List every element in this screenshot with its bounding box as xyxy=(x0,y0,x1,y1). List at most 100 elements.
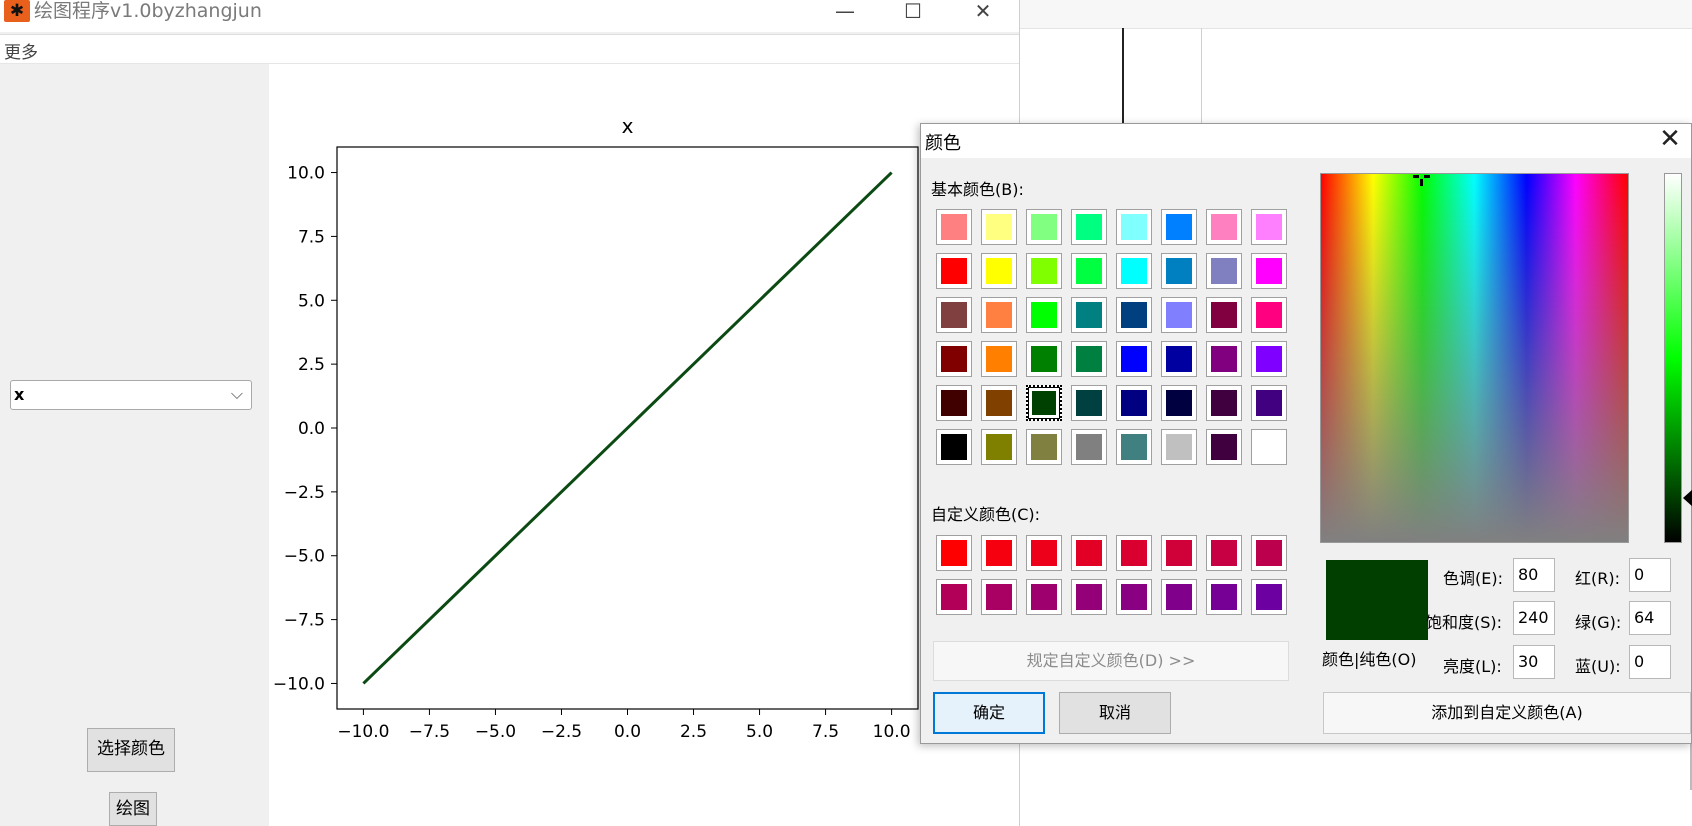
menu-item-more[interactable]: 更多 xyxy=(4,38,38,63)
blue-label: 蓝(U): xyxy=(1575,657,1621,676)
red-label: 红(R): xyxy=(1575,569,1620,588)
color-swatch[interactable] xyxy=(1206,579,1242,615)
color-swatch[interactable] xyxy=(1251,579,1287,615)
color-swatch[interactable] xyxy=(1161,209,1197,245)
color-swatch[interactable] xyxy=(1116,341,1152,377)
color-swatch[interactable] xyxy=(1161,297,1197,333)
color-solid-label: 颜色|纯色(O) xyxy=(1322,650,1417,669)
color-swatch[interactable] xyxy=(1206,385,1242,421)
color-swatch[interactable] xyxy=(981,535,1017,571)
draw-button[interactable]: 绘图 xyxy=(109,792,157,826)
x-tick-label: 2.5 xyxy=(680,722,707,742)
color-swatch[interactable] xyxy=(936,209,972,245)
color-swatch[interactable] xyxy=(1071,253,1107,289)
formula-select[interactable]: x ⌵ xyxy=(10,380,252,410)
plot-canvas: x −10.0 −7.5 −5.0 −2.5 0.0 2.5 5.0 7.5 10.0 −10.0−… xyxy=(269,64,1019,826)
color-swatch[interactable] xyxy=(981,297,1017,333)
color-swatch[interactable] xyxy=(1251,253,1287,289)
minimize-button[interactable]: — xyxy=(810,0,880,26)
color-swatch[interactable] xyxy=(1251,209,1287,245)
color-swatch[interactable] xyxy=(1071,429,1107,465)
color-swatch[interactable] xyxy=(936,535,972,571)
color-swatch[interactable] xyxy=(1251,385,1287,421)
color-swatch[interactable] xyxy=(1116,297,1152,333)
color-swatch[interactable] xyxy=(1251,535,1287,571)
color-swatch[interactable] xyxy=(1161,429,1197,465)
color-swatch[interactable] xyxy=(1161,341,1197,377)
define-custom-colors-button[interactable]: 规定自定义颜色(D) >> xyxy=(933,641,1289,681)
color-swatch[interactable] xyxy=(1071,209,1107,245)
color-swatch[interactable] xyxy=(1206,429,1242,465)
color-swatch[interactable] xyxy=(1206,341,1242,377)
basic-colors-label: 基本颜色(B): xyxy=(931,180,1024,199)
add-to-custom-colors-button[interactable]: 添加到自定义颜色(A) xyxy=(1323,692,1691,734)
custom-colors-label: 自定义颜色(C): xyxy=(931,505,1041,524)
color-swatch[interactable] xyxy=(936,341,972,377)
color-swatch[interactable] xyxy=(1116,253,1152,289)
color-swatch[interactable] xyxy=(1251,297,1287,333)
color-swatch[interactable] xyxy=(1206,253,1242,289)
red-input[interactable]: 0 xyxy=(1629,558,1671,592)
saturation-input[interactable]: 240 xyxy=(1513,601,1555,635)
color-swatch[interactable] xyxy=(1071,385,1107,421)
color-swatch[interactable] xyxy=(981,579,1017,615)
color-swatch[interactable] xyxy=(1116,579,1152,615)
color-swatch[interactable] xyxy=(1116,209,1152,245)
blue-input[interactable]: 0 xyxy=(1629,645,1671,679)
color-swatch[interactable] xyxy=(936,429,972,465)
color-swatch[interactable] xyxy=(981,429,1017,465)
y-tick-label: 5.0 xyxy=(298,291,325,311)
color-swatch[interactable] xyxy=(1251,341,1287,377)
color-swatch[interactable] xyxy=(981,385,1017,421)
color-swatch[interactable] xyxy=(1071,297,1107,333)
crosshair-icon xyxy=(1413,174,1431,190)
color-swatch[interactable] xyxy=(1116,535,1152,571)
maximize-button[interactable]: ☐ xyxy=(878,0,948,26)
color-swatch[interactable] xyxy=(1026,341,1062,377)
color-swatch[interactable] xyxy=(1116,385,1152,421)
color-swatch[interactable] xyxy=(1161,579,1197,615)
close-window-button[interactable]: ✕ xyxy=(948,0,1018,26)
slider-arrow-icon[interactable] xyxy=(1683,489,1692,507)
color-swatch[interactable] xyxy=(1026,429,1062,465)
green-input[interactable]: 64 xyxy=(1629,601,1671,635)
color-swatch[interactable] xyxy=(1161,385,1197,421)
custom-colors-grid xyxy=(936,535,1287,615)
color-swatch[interactable] xyxy=(1026,385,1062,421)
luminance-slider[interactable] xyxy=(1664,173,1682,543)
color-swatch[interactable] xyxy=(1116,429,1152,465)
color-swatch[interactable] xyxy=(1026,535,1062,571)
color-swatch[interactable] xyxy=(1251,429,1287,465)
hue-input[interactable]: 80 xyxy=(1513,558,1555,592)
color-swatch[interactable] xyxy=(981,341,1017,377)
ok-button[interactable]: 确定 xyxy=(933,692,1045,734)
color-swatch[interactable] xyxy=(1071,579,1107,615)
luminance-input[interactable]: 30 xyxy=(1513,645,1555,679)
color-spectrum[interactable] xyxy=(1320,173,1629,543)
color-swatch[interactable] xyxy=(981,253,1017,289)
color-swatch[interactable] xyxy=(1026,253,1062,289)
color-swatch[interactable] xyxy=(1071,341,1107,377)
close-icon[interactable]: ✕ xyxy=(1655,124,1685,154)
color-swatch[interactable] xyxy=(1026,209,1062,245)
cancel-button[interactable]: 取消 xyxy=(1059,692,1171,734)
color-swatch[interactable] xyxy=(936,253,972,289)
color-swatch[interactable] xyxy=(1161,535,1197,571)
color-swatch[interactable] xyxy=(981,209,1017,245)
color-swatch[interactable] xyxy=(1161,253,1197,289)
color-swatch[interactable] xyxy=(1026,579,1062,615)
color-swatch[interactable] xyxy=(936,385,972,421)
color-swatch[interactable] xyxy=(1206,297,1242,333)
color-swatch[interactable] xyxy=(1206,209,1242,245)
y-tick-label: 0.0 xyxy=(298,419,325,439)
line-chart: x−10.0 −7.5 −5.0 −2.5 0.0 2.5 5.0 7.5 10.0−10.0−… xyxy=(273,114,919,742)
choose-color-button[interactable]: 选择颜色 xyxy=(87,728,175,772)
menu-bar: 更多 xyxy=(0,34,1019,64)
color-swatch[interactable] xyxy=(936,579,972,615)
color-swatch[interactable] xyxy=(936,297,972,333)
color-swatch[interactable] xyxy=(1206,535,1242,571)
color-swatch[interactable] xyxy=(1071,535,1107,571)
y-tick-label: −5.0 xyxy=(284,547,325,567)
color-swatch[interactable] xyxy=(1026,297,1062,333)
background-toolbar xyxy=(1020,0,1692,29)
